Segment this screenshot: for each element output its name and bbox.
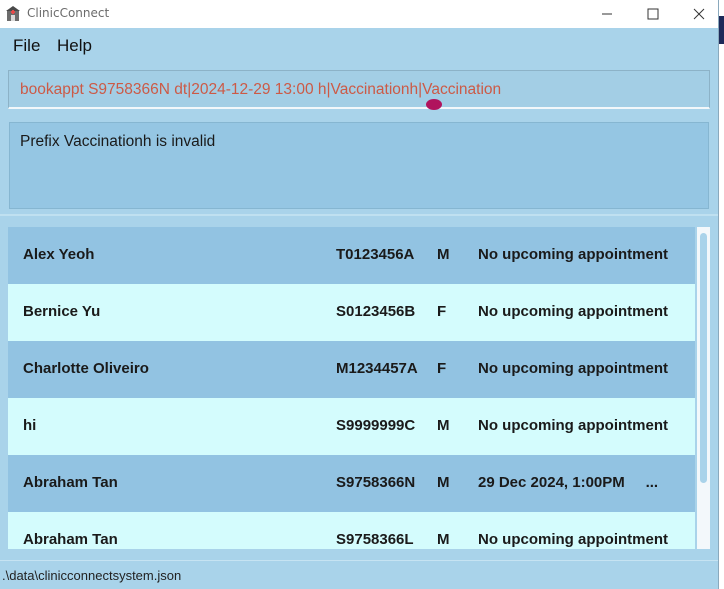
patient-row[interactable]: hi S9999999C M No upcoming appointment <box>8 398 695 455</box>
maximize-button[interactable] <box>630 0 676 28</box>
menu-help[interactable]: Help <box>57 36 92 56</box>
patient-name: Bernice Yu <box>23 303 101 320</box>
patient-sex: F <box>437 360 447 377</box>
patient-appointment: 29 Dec 2024, 1:00PM ... <box>478 474 659 491</box>
patient-row[interactable]: Abraham Tan S9758366L M No upcoming appo… <box>8 512 695 549</box>
maximize-icon <box>647 8 659 20</box>
minimize-button[interactable] <box>584 0 630 28</box>
edge-accent <box>719 16 724 44</box>
scrollbar-thumb[interactable] <box>700 233 707 483</box>
close-icon <box>693 8 705 20</box>
patient-appointment: No upcoming appointment <box>478 531 668 548</box>
patient-sex: M <box>437 417 450 434</box>
close-button[interactable] <box>676 0 722 28</box>
patient-nric: S9758366L <box>336 531 414 548</box>
patient-sex: F <box>437 303 447 320</box>
result-message: Prefix Vaccinationh is invalid <box>20 133 216 150</box>
patient-nric: T0123456A <box>336 246 415 263</box>
patient-sex: M <box>437 246 450 263</box>
list-scrollbar[interactable] <box>697 227 710 549</box>
minimize-icon <box>602 13 612 15</box>
patient-appointment: No upcoming appointment <box>478 417 668 434</box>
patient-appointment: No upcoming appointment <box>478 360 668 377</box>
result-display: Prefix Vaccinationh is invalid <box>9 122 709 209</box>
patient-row[interactable]: Bernice Yu S0123456B F No upcoming appoi… <box>8 284 695 341</box>
patient-name: Abraham Tan <box>23 474 118 491</box>
patient-name: hi <box>23 417 37 434</box>
patient-list: Alex Yeoh T0123456A M No upcoming appoin… <box>8 227 710 549</box>
window-title: ClinicConnect <box>27 6 110 20</box>
patient-sex: M <box>437 531 450 548</box>
command-input-text: bookappt S9758366N dt|2024-12-29 13:00 h… <box>20 81 502 98</box>
app-logo-icon <box>6 6 20 21</box>
text-cursor-marker <box>426 99 442 110</box>
command-input[interactable]: bookappt S9758366N dt|2024-12-29 13:00 h… <box>8 70 710 109</box>
patient-nric: S9758366N <box>336 474 416 491</box>
menu-file[interactable]: File <box>13 36 40 56</box>
patient-appointment: No upcoming appointment <box>478 303 668 320</box>
patient-nric: M1234457A <box>336 360 418 377</box>
patient-nric: S0123456B <box>336 303 416 320</box>
patient-name: Abraham Tan <box>23 531 118 548</box>
patient-name: Charlotte Oliveiro <box>23 360 149 377</box>
patient-row[interactable]: Abraham Tan S9758366N M 29 Dec 2024, 1:0… <box>8 455 695 512</box>
status-bar: .\data\clinicconnectsystem.json <box>0 560 718 589</box>
panel-divider <box>0 214 718 216</box>
patient-nric: S9999999C <box>336 417 416 434</box>
title-bar: ClinicConnect <box>0 0 718 28</box>
patient-row[interactable]: Alex Yeoh T0123456A M No upcoming appoin… <box>8 227 695 284</box>
data-file-path: .\data\clinicconnectsystem.json <box>2 568 182 583</box>
patient-sex: M <box>437 474 450 491</box>
patient-appointment: No upcoming appointment <box>478 246 668 263</box>
window-edge <box>719 0 724 589</box>
menu-bar: File Help <box>0 28 718 64</box>
app-window: ClinicConnect File Help bookappt S975836… <box>0 0 719 589</box>
patient-row[interactable]: Charlotte Oliveiro M1234457A F No upcomi… <box>8 341 695 398</box>
patient-name: Alex Yeoh <box>23 246 95 263</box>
